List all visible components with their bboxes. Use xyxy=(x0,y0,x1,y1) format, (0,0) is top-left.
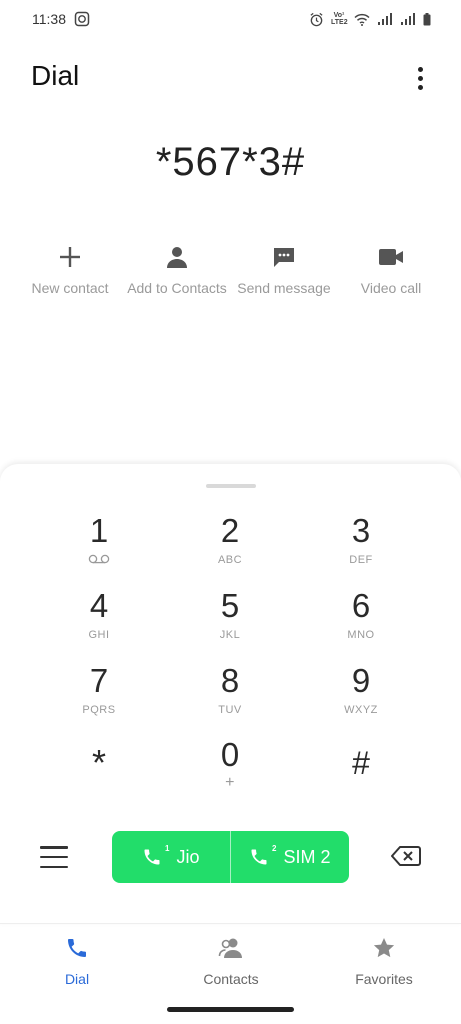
new-contact-button[interactable]: New contact xyxy=(15,240,125,296)
tab-dial[interactable]: Dial xyxy=(17,936,137,987)
key-star[interactable]: * xyxy=(34,736,164,806)
status-bar: 11:38 Vo¹ LTE2 xyxy=(0,0,461,38)
tab-contacts-label: Contacts xyxy=(203,971,259,987)
battery-icon xyxy=(423,12,431,26)
tab-dial-label: Dial xyxy=(64,971,90,987)
quick-actions: New contact Add to Contacts Send message… xyxy=(0,240,461,310)
star-icon xyxy=(372,936,396,965)
call-buttons: 1 Jio 2 SIM 2 xyxy=(112,831,349,883)
key-6[interactable]: 6 MNO xyxy=(296,587,426,657)
person-icon xyxy=(165,240,189,274)
backspace-icon[interactable] xyxy=(391,845,421,872)
alarm-icon xyxy=(309,12,324,27)
call-sim1-label: Jio xyxy=(176,846,200,867)
page-title: Dial xyxy=(31,60,80,91)
send-message-label: Send message xyxy=(237,280,331,296)
contacts-icon xyxy=(218,936,244,965)
key-5[interactable]: 5 JKL xyxy=(165,587,295,657)
home-indicator[interactable] xyxy=(167,1007,294,1012)
signal-sim2-icon xyxy=(400,13,416,25)
more-options-icon[interactable] xyxy=(410,64,430,92)
tab-favorites[interactable]: Favorites xyxy=(324,936,444,987)
dialed-number: *567*3# xyxy=(155,140,306,184)
call-sim1-button[interactable]: 1 Jio xyxy=(112,831,230,883)
volte-indicator: Vo¹ LTE2 xyxy=(331,12,348,26)
video-call-label: Video call xyxy=(360,280,422,296)
wifi-icon xyxy=(354,13,370,26)
key-8[interactable]: 8 TUV xyxy=(165,662,295,732)
key-3[interactable]: 3 DEF xyxy=(296,512,426,582)
key-4[interactable]: 4 GHI xyxy=(34,587,164,657)
key-hash[interactable]: # xyxy=(296,736,426,806)
key-1[interactable]: 1 xyxy=(34,512,164,582)
plus-icon xyxy=(59,240,81,274)
key-0[interactable]: 0 + xyxy=(165,736,295,806)
video-icon xyxy=(378,240,404,274)
message-icon xyxy=(272,240,296,274)
video-call-button[interactable]: Video call xyxy=(336,240,446,296)
add-to-contacts-label: Add to Contacts xyxy=(127,280,227,296)
key-9[interactable]: 9 WXYZ xyxy=(296,662,426,732)
phone-sim1-icon: 1 xyxy=(142,844,169,867)
call-sim2-label: SIM 2 xyxy=(283,846,331,867)
menu-icon[interactable] xyxy=(40,846,68,868)
key-7[interactable]: 7 PQRS xyxy=(34,662,164,732)
drag-handle[interactable] xyxy=(206,484,256,488)
phone-sim2-icon: 2 xyxy=(249,844,276,867)
key-2[interactable]: 2 ABC xyxy=(165,512,295,582)
tab-contacts[interactable]: Contacts xyxy=(171,936,291,987)
new-contact-label: New contact xyxy=(31,280,109,296)
app-notification-icon xyxy=(74,11,90,27)
add-to-contacts-button[interactable]: Add to Contacts xyxy=(122,240,232,296)
call-sim2-button[interactable]: 2 SIM 2 xyxy=(230,831,349,883)
voicemail-icon xyxy=(88,554,110,567)
signal-sim1-icon xyxy=(377,13,393,25)
send-message-button[interactable]: Send message xyxy=(229,240,339,296)
status-time: 11:38 xyxy=(32,11,66,27)
bottom-nav: Dial Contacts Favorites xyxy=(0,923,461,993)
tab-favorites-label: Favorites xyxy=(355,971,413,987)
phone-icon xyxy=(65,936,89,965)
